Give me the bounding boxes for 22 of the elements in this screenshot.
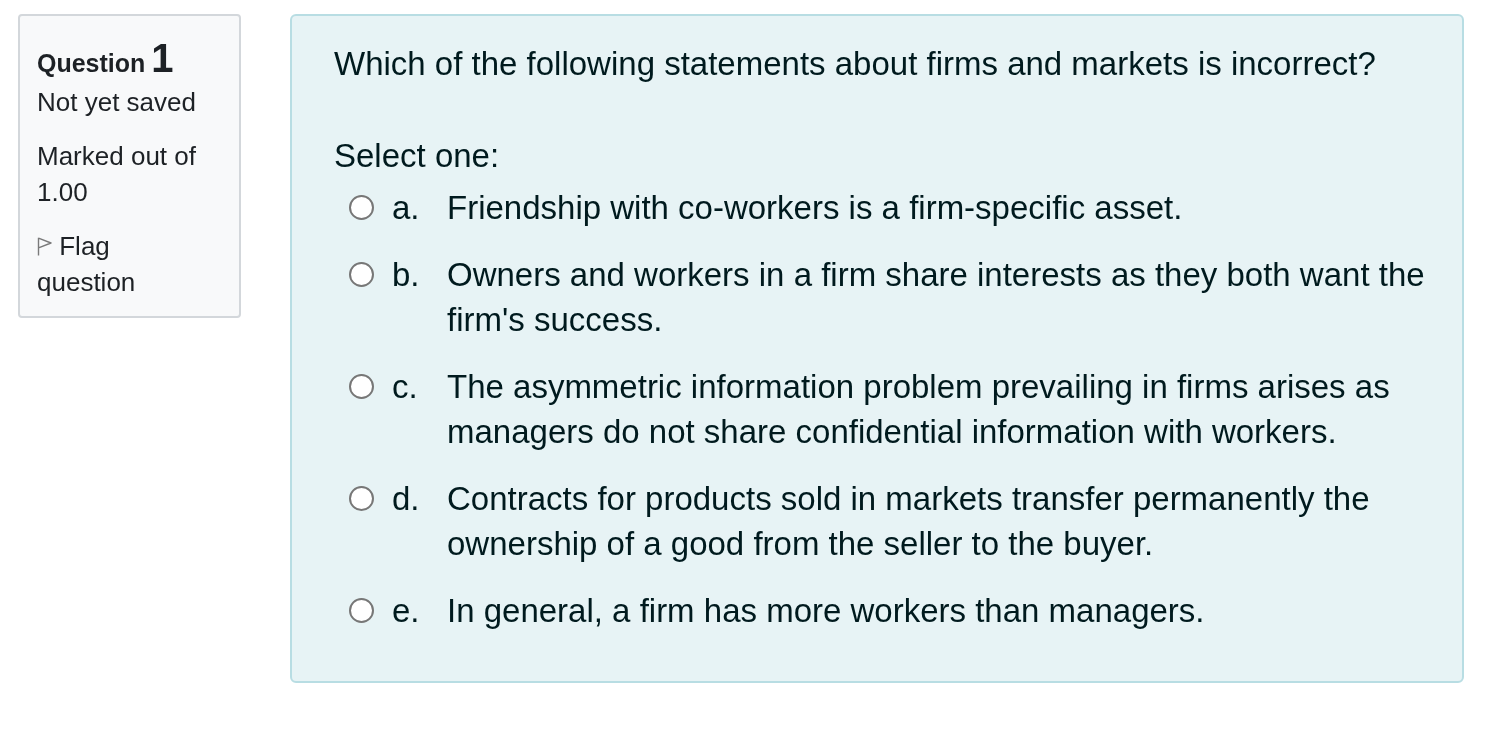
radio-button[interactable]: [349, 486, 374, 511]
option-text[interactable]: Owners and workers in a firm share interests as they both want the firm's success.: [447, 252, 1447, 342]
radio-button[interactable]: [349, 195, 374, 220]
option-letter: e.: [392, 591, 421, 631]
option-text[interactable]: Contracts for products sold in markets transfer permanently the ownership of a good from the seller to the buyer.: [447, 476, 1447, 566]
question-status: Not yet saved: [37, 86, 197, 119]
radio-button[interactable]: [349, 374, 374, 399]
question-number: 1: [151, 38, 174, 78]
option-letter: a.: [392, 188, 421, 228]
radio-button[interactable]: [349, 262, 374, 287]
question-label: Question: [37, 49, 146, 78]
select-prompt: Select one:: [334, 136, 501, 176]
option-text[interactable]: Friendship with co-workers is a firm-specific asset.: [447, 185, 1183, 230]
option-letter: c.: [392, 367, 419, 407]
option-text[interactable]: In general, a firm has more workers than managers.: [447, 588, 1205, 633]
radio-button[interactable]: [349, 598, 374, 623]
option-letter: d.: [392, 479, 421, 519]
question-text: Which of the following statements about firms and markets is incorrect?: [334, 44, 1377, 84]
option-text[interactable]: The asymmetric information problem prevailing in firms arises as managers do not share confidential information with workers.: [447, 364, 1447, 454]
option-letter: b.: [392, 255, 421, 295]
question-marks: Marked out of 1.00: [37, 140, 197, 209]
flag-question-link[interactable]: Flag question: [37, 228, 187, 300]
